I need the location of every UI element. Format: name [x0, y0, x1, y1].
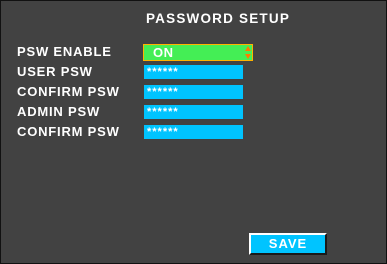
admin-psw-label: ADMIN PSW: [17, 104, 101, 119]
up-down-arrows-icon[interactable]: [244, 45, 252, 60]
user-psw-label: USER PSW: [17, 64, 93, 79]
user-psw-field[interactable]: ******: [144, 65, 243, 79]
password-setup-screen: PASSWORD SETUP PSW ENABLE ON USER PSW **…: [0, 0, 387, 264]
psw-enable-toggle[interactable]: ON: [143, 44, 253, 61]
save-button[interactable]: SAVE: [249, 233, 327, 255]
confirm-admin-psw-field[interactable]: ******: [144, 125, 243, 139]
psw-enable-value: ON: [153, 45, 174, 60]
admin-psw-field[interactable]: ******: [144, 105, 243, 119]
confirm-admin-psw-label: CONFIRM PSW: [17, 124, 120, 139]
confirm-user-psw-field[interactable]: ******: [144, 85, 243, 99]
psw-enable-label: PSW ENABLE: [17, 44, 112, 59]
page-title: PASSWORD SETUP: [145, 11, 291, 26]
confirm-user-psw-label: CONFIRM PSW: [17, 84, 120, 99]
